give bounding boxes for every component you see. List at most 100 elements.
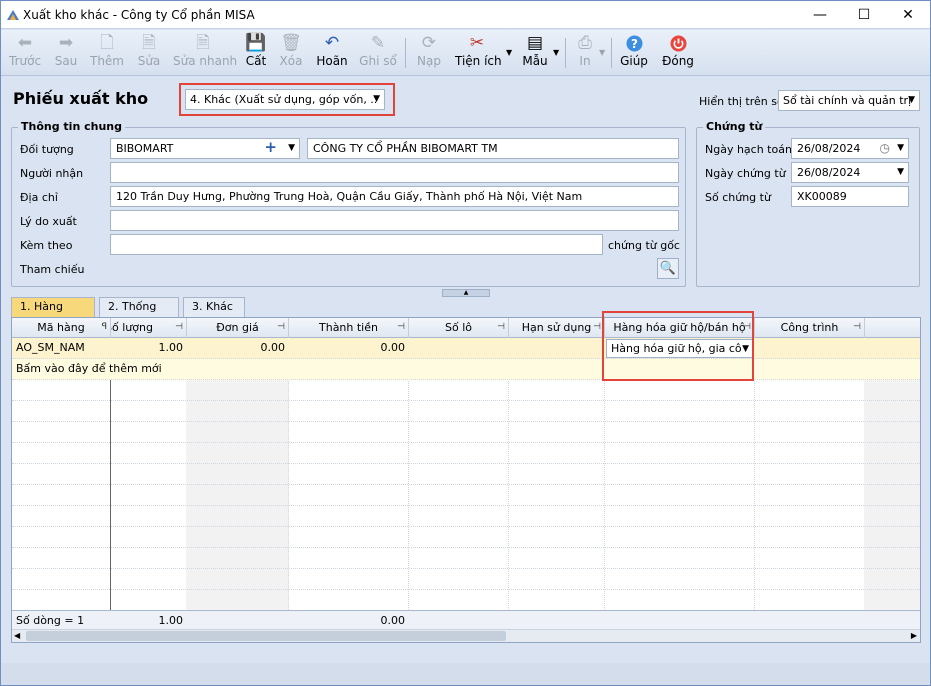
voucher-date-input[interactable]: 26/08/2024 ▼: [791, 162, 909, 183]
main-window: Xuất kho khác - Công ty Cổ phần MISA — ☐…: [0, 0, 931, 686]
table-row: [12, 485, 920, 506]
address-input[interactable]: 120 Trần Duy Hưng, Phường Trung Hoà, Quậ…: [110, 186, 679, 207]
chevron-down-icon: ▼: [373, 94, 380, 104]
attachment-suffix: chứng từ gốc: [608, 239, 680, 252]
col-header-thanh-tien[interactable]: Thành tiền ⊣: [289, 318, 409, 338]
reload-button[interactable]: ⟳ Nạp: [415, 32, 443, 74]
add-new-hint[interactable]: Bấm vào đây để thêm mới: [12, 359, 192, 380]
pin-icon[interactable]: ⊣: [593, 318, 601, 337]
pencil-icon: ✎: [370, 33, 386, 53]
table-row: [12, 443, 920, 464]
power-icon: [661, 32, 695, 54]
grid-footer: Số dòng = 1 1.00 0.00: [12, 610, 920, 630]
posting-date-label: Ngày hạch toán: [705, 143, 792, 156]
template-dropdown-icon[interactable]: ▼: [553, 48, 559, 57]
close-window-button[interactable]: ✕: [886, 1, 930, 29]
add-button[interactable]: 🗋 Thêm: [89, 32, 125, 74]
pin-icon[interactable]: ⊣: [853, 318, 861, 337]
window-title: Xuất kho khác - Công ty Cổ phần MISA: [23, 8, 255, 22]
magnifier-icon[interactable]: 🔍: [657, 258, 679, 279]
tab-statistics[interactable]: 2. Thống kê: [99, 297, 179, 331]
clock-icon[interactable]: ◷: [880, 139, 890, 158]
voucher-group: Chứng từ Ngày hạch toán 26/08/2024 ◷ ▼ N…: [696, 120, 920, 287]
attachment-input[interactable]: [110, 234, 603, 255]
chevron-down-icon[interactable]: ▼: [897, 139, 904, 158]
arrow-right-icon: ➡: [58, 33, 74, 53]
tab-goods-money[interactable]: 1. Hàng tiền: [11, 297, 95, 331]
save-button[interactable]: 💾 Cất: [243, 32, 269, 74]
cell-don-gia[interactable]: 0.00: [187, 338, 289, 359]
close-form-button[interactable]: Đóng: [661, 32, 695, 74]
scroll-thumb[interactable]: [26, 631, 506, 641]
utilities-button[interactable]: ✂ Tiện ích: [455, 32, 502, 74]
receiver-input[interactable]: [110, 162, 679, 183]
display-on-ledger-label: Hiển thị trên sổ: [699, 95, 784, 108]
col-header-so-luong[interactable]: Số lượng⊣: [111, 318, 187, 338]
address-label: Địa chỉ: [20, 191, 58, 204]
utilities-dropdown-icon[interactable]: ▼: [506, 48, 512, 57]
chevron-down-icon: ▼: [908, 95, 915, 105]
col-header-cong-trinh[interactable]: Công trình ⊣: [755, 318, 865, 338]
edit-button[interactable]: 🗎 Sửa: [135, 32, 163, 74]
export-type-select[interactable]: 4. Khác (Xuất sử dụng, góp vốn, .. ▼: [185, 89, 385, 110]
quick-edit-icon: 🗎: [196, 33, 210, 53]
reason-label: Lý do xuất: [20, 215, 77, 228]
pin-icon[interactable]: ⊣: [397, 318, 405, 337]
col-header-han-su-dung[interactable]: Hạn sử dụng ⊣: [509, 318, 605, 338]
col-header-so-lo[interactable]: Số lô ⊣: [409, 318, 509, 338]
table-row: [12, 527, 920, 548]
chevron-down-icon[interactable]: ▼: [288, 139, 295, 158]
collapse-splitter[interactable]: ▲: [442, 289, 490, 297]
tab-other[interactable]: 3. Khác: [183, 297, 245, 317]
table-row: [12, 590, 920, 611]
display-on-ledger-select[interactable]: Sổ tài chính và quản trị ▼: [778, 90, 920, 111]
add-object-icon[interactable]: +: [264, 139, 277, 157]
reason-input[interactable]: [110, 210, 679, 231]
table-row: [12, 506, 920, 527]
minimize-button[interactable]: —: [798, 1, 842, 29]
cell-ma-hang[interactable]: AO_SM_NAM: [12, 338, 110, 359]
pin-icon[interactable]: ꟼ: [102, 318, 107, 337]
next-button[interactable]: ➡ Sau: [51, 32, 81, 74]
arrow-left-icon: ⬅: [17, 33, 33, 53]
print-button[interactable]: ⎙ In: [573, 32, 597, 74]
posting-date-input[interactable]: 26/08/2024 ◷ ▼: [791, 138, 909, 159]
pin-icon[interactable]: ⊣: [497, 318, 505, 337]
voucher-no-input[interactable]: XK00089: [791, 186, 909, 207]
status-bar: [1, 663, 930, 685]
col-header-don-gia[interactable]: Đơn giá ⊣: [187, 318, 289, 338]
cell-thanh-tien[interactable]: 0.00: [289, 338, 409, 359]
print-dropdown-icon[interactable]: ▼: [599, 48, 605, 57]
back-button[interactable]: ⬅ Trước: [9, 32, 41, 74]
table-row[interactable]: AO_SM_NAM 1.00 0.00 0.00 Hàng hóa giữ hộ…: [12, 338, 920, 359]
pin-icon[interactable]: ⊣: [277, 318, 285, 337]
edit-document-icon: 🗎: [142, 33, 156, 53]
help-button[interactable]: ? Giúp: [619, 32, 649, 74]
undo-button[interactable]: ↶ Hoãn: [315, 32, 349, 74]
pin-icon[interactable]: ⊣: [175, 318, 183, 337]
page-title: Phiếu xuất kho: [13, 89, 149, 108]
voucher-no-label: Số chứng từ: [705, 191, 771, 204]
maximize-button[interactable]: ☐: [842, 1, 886, 29]
add-new-row[interactable]: Bấm vào đây để thêm mới: [12, 359, 920, 380]
tools-icon: ✂: [469, 33, 485, 53]
col-header-ma-hang[interactable]: Mã hàng ꟼ: [12, 318, 111, 338]
title-bar: Xuất kho khác - Công ty Cổ phần MISA — ☐…: [1, 1, 930, 29]
quick-edit-button[interactable]: 🗎 Sửa nhanh: [173, 32, 237, 74]
object-name-input[interactable]: CÔNG TY CỔ PHẦN BIBOMART TM: [307, 138, 679, 159]
post-button[interactable]: ✎ Ghi sổ: [359, 32, 397, 74]
chevron-down-icon[interactable]: ▼: [897, 163, 904, 182]
general-info-legend: Thông tin chung: [18, 120, 126, 133]
refresh-icon: ⟳: [421, 33, 437, 53]
cell-so-luong[interactable]: 1.00: [111, 338, 187, 359]
scroll-left-icon[interactable]: ◀: [14, 630, 20, 642]
delete-button[interactable]: 🗑 Xóa: [277, 32, 305, 74]
form-header: Phiếu xuất kho 4. Khác (Xuất sử dụng, gó…: [1, 77, 930, 117]
scroll-right-icon[interactable]: ▶: [911, 630, 917, 642]
undo-arrow-icon: ↶: [324, 33, 340, 53]
object-code-input[interactable]: BIBOMART + ▼: [110, 138, 300, 159]
reference-label: Tham chiếu: [20, 263, 85, 276]
help-icon: ?: [619, 32, 649, 54]
template-button[interactable]: ▤ Mẫu: [521, 32, 549, 74]
horizontal-scrollbar[interactable]: ◀ ▶: [12, 629, 920, 642]
